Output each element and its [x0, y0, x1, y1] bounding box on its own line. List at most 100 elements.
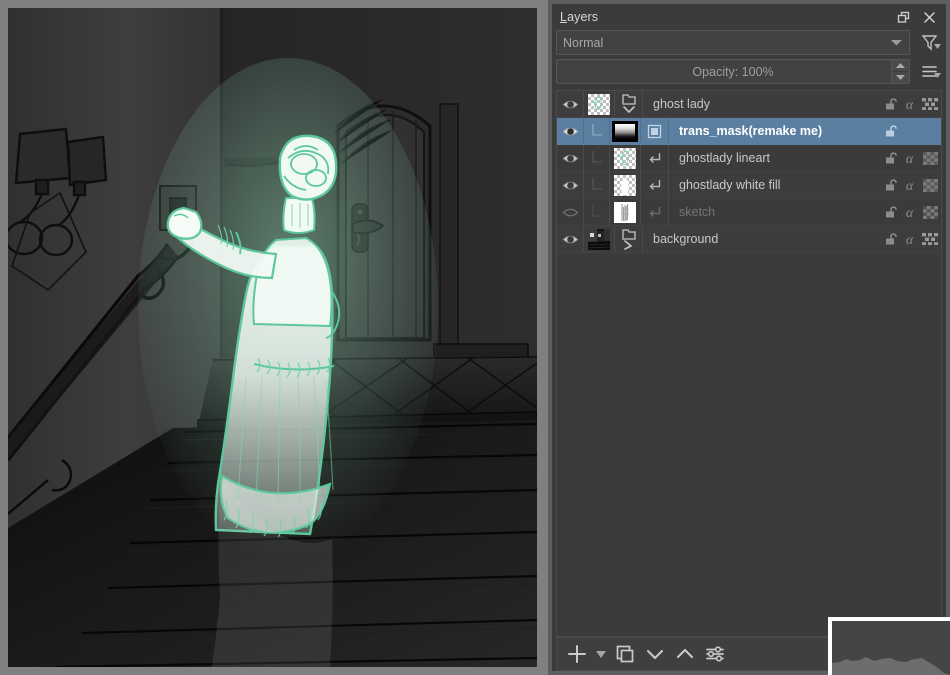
move-layer-down-button[interactable] — [641, 640, 669, 668]
layer-lock-toggle[interactable] — [881, 199, 900, 225]
layer-passthrough-toggle[interactable] — [919, 118, 941, 144]
layer-alphalock-toggle[interactable] — [919, 172, 941, 198]
inherit-alpha-icon — [647, 150, 663, 166]
layer-lock-toggle[interactable] — [881, 91, 900, 117]
lock-open-icon — [884, 178, 898, 192]
layer-indent-marker — [584, 145, 609, 171]
layer-list[interactable]: ghost lady α — [556, 90, 942, 637]
layer-group-toggle[interactable] — [615, 226, 642, 252]
duplicate-layer-button[interactable] — [611, 640, 639, 668]
popup-preview-content — [832, 621, 950, 675]
layer-visibility-toggle[interactable] — [557, 199, 583, 225]
layer-name[interactable]: ghost lady — [643, 91, 881, 117]
svg-text:α: α — [906, 152, 914, 166]
layer-thumbnail[interactable] — [610, 199, 640, 225]
svg-text:α: α — [906, 206, 914, 220]
layer-passthrough-toggle[interactable] — [919, 91, 941, 117]
close-docker-button[interactable] — [921, 9, 938, 26]
opacity-slider[interactable]: Opacity: 100% — [556, 59, 910, 84]
sliders-icon — [704, 643, 726, 665]
chevron-down-small-icon — [934, 65, 941, 83]
eye-visible-icon — [562, 97, 579, 112]
lock-open-icon — [884, 151, 898, 165]
tree-branch-icon — [590, 204, 604, 220]
layer-controls: Normal Opacity: 100% — [552, 30, 946, 88]
layer-thumbnail[interactable] — [610, 172, 640, 198]
layer-alpha-toggle[interactable]: α — [900, 199, 919, 225]
layer-thumbnail[interactable] — [610, 118, 640, 144]
float-docker-button[interactable] — [895, 9, 912, 26]
thumb-ghostlady-lineart — [614, 148, 636, 169]
opacity-spinbox[interactable] — [891, 60, 909, 83]
layer-visibility-toggle[interactable] — [557, 172, 583, 198]
layer-alphalock-toggle[interactable] — [919, 199, 941, 225]
layer-name[interactable]: ghostlady lineart — [669, 145, 881, 171]
lock-open-icon — [884, 205, 898, 219]
thumb-ghostlady-white-fill — [614, 175, 636, 196]
layer-visibility-toggle[interactable] — [557, 145, 583, 171]
layer-thumbnail[interactable] — [584, 226, 614, 252]
docker-titlebar: Layers — [552, 4, 946, 30]
thumb-trans-mask — [612, 121, 638, 142]
layer-thumbnail[interactable] — [584, 91, 614, 117]
layer-row[interactable]: trans_mask(remake me) — [557, 118, 941, 145]
layer-alpha-toggle[interactable]: α — [900, 91, 919, 117]
layer-indent-marker — [584, 172, 609, 198]
layer-name[interactable]: ghostlady white fill — [669, 172, 881, 198]
opacity-decrement-button[interactable] — [892, 72, 909, 83]
checker-icon — [923, 179, 938, 192]
layer-type-icon-cell[interactable] — [641, 118, 668, 144]
filter-layers-button[interactable] — [916, 30, 942, 55]
add-layer-dropdown[interactable] — [593, 640, 609, 668]
artwork-image — [8, 8, 537, 667]
layer-lock-toggle[interactable] — [881, 118, 900, 144]
layer-row[interactable]: background α — [557, 226, 941, 253]
layer-row[interactable]: sketch α — [557, 199, 941, 226]
popup-preview-image — [832, 621, 950, 675]
layer-name[interactable]: sketch — [669, 199, 881, 225]
layer-lock-toggle[interactable] — [881, 172, 900, 198]
layer-group-toggle[interactable] — [615, 91, 642, 117]
blend-mode-combo[interactable]: Normal — [556, 30, 910, 55]
layer-inherit-alpha-toggle[interactable] — [641, 145, 668, 171]
transparency-mask-icon — [647, 124, 662, 139]
layer-visibility-toggle[interactable] — [557, 118, 583, 144]
layer-alphalock-toggle[interactable] — [919, 145, 941, 171]
opacity-increment-button[interactable] — [892, 60, 909, 72]
canvas-viewport[interactable] — [8, 8, 537, 667]
layer-row[interactable]: ghostlady lineart α — [557, 145, 941, 172]
layer-lock-toggle[interactable] — [881, 145, 900, 171]
move-layer-up-button[interactable] — [671, 640, 699, 668]
layer-thumbnail[interactable] — [610, 145, 640, 171]
docker-menu-button[interactable] — [916, 59, 942, 84]
eye-visible-icon — [562, 151, 579, 166]
eye-hidden-icon — [562, 205, 579, 220]
layer-alpha-toggle[interactable]: α — [900, 145, 919, 171]
layer-name[interactable]: trans_mask(remake me) — [669, 118, 881, 144]
chevron-down-icon — [890, 36, 903, 50]
layer-lock-toggle[interactable] — [881, 226, 900, 252]
layer-alpha-toggle[interactable]: α — [900, 226, 919, 252]
canvas-area[interactable] — [0, 0, 548, 675]
docker-title-accel: L — [560, 10, 567, 24]
layer-alpha-toggle[interactable]: α — [900, 172, 919, 198]
folder-closed-icon — [619, 228, 639, 250]
layer-inherit-alpha-toggle[interactable] — [641, 172, 668, 198]
layer-alpha-toggle[interactable] — [900, 118, 919, 144]
layer-row[interactable]: ghost lady α — [557, 91, 941, 118]
layer-inherit-alpha-toggle[interactable] — [641, 199, 668, 225]
docker-title-rest: ayers — [567, 10, 598, 24]
layer-properties-button[interactable] — [701, 640, 729, 668]
lock-open-icon — [884, 97, 898, 111]
chevron-down-icon — [644, 643, 666, 665]
opacity-value-text: Opacity: 100% — [692, 65, 773, 79]
layer-visibility-toggle[interactable] — [557, 91, 583, 117]
add-layer-button[interactable] — [563, 640, 591, 668]
layer-row[interactable]: ghostlady white fill α — [557, 172, 941, 199]
layer-visibility-toggle[interactable] — [557, 226, 583, 252]
layer-name[interactable]: background — [643, 226, 881, 252]
alpha-icon: α — [902, 205, 917, 220]
checker-icon — [923, 206, 938, 219]
pass-through-icon — [922, 98, 938, 110]
layer-passthrough-toggle[interactable] — [919, 226, 941, 252]
